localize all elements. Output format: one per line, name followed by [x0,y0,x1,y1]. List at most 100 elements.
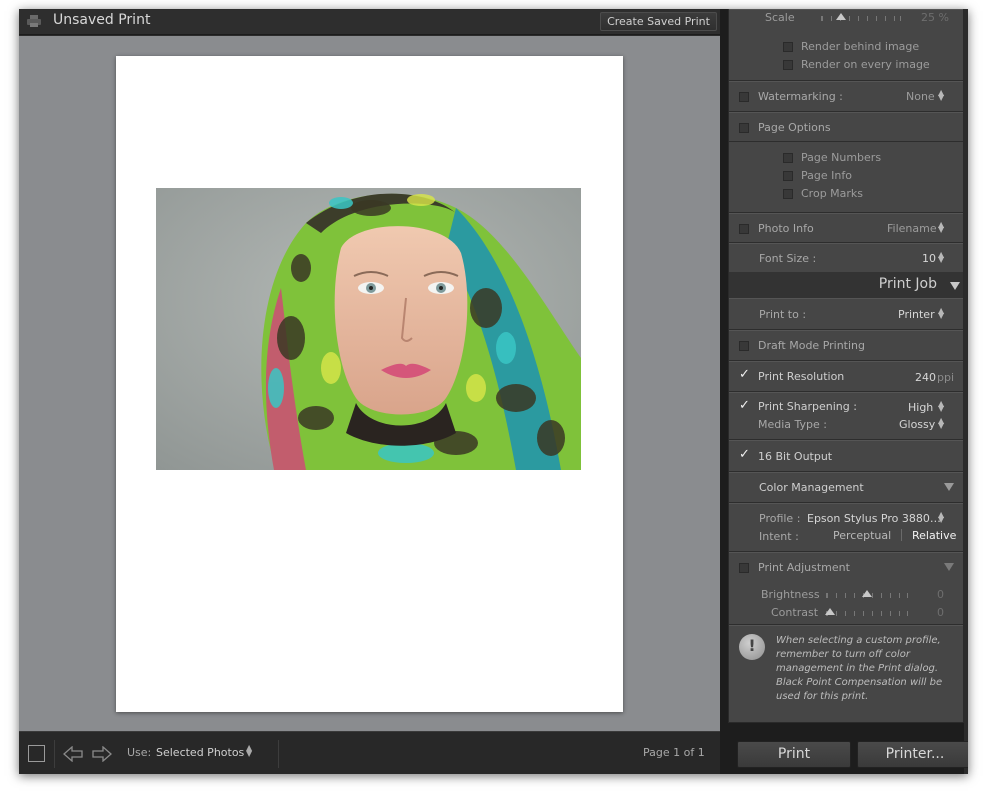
print-adjustment-label: Print Adjustment [758,561,850,574]
scale-value: 25 % [921,11,949,24]
render-behind-checkbox[interactable] [783,42,793,52]
paper-page [116,56,623,712]
page-options-label: Page Options [758,121,831,134]
profile-note: When selecting a custom profile, remembe… [776,635,943,702]
crop-marks-label: Crop Marks [801,187,864,200]
disclosure-triangle-icon[interactable] [950,282,960,290]
photo-info-row: Photo Info Filename ▲ ▼ [729,213,963,243]
intent-relative[interactable]: Relative [912,529,956,542]
bit-output-label: 16 Bit Output [758,450,833,463]
disclosure-triangle-icon[interactable] [944,563,954,571]
portrait-photo [156,188,581,470]
print-resolution-value[interactable]: 240 [915,371,936,384]
watermarking-row: Watermarking : None ▲ ▼ [729,81,963,112]
updown-arrows-icon[interactable]: ▲ ▼ [938,251,944,264]
print-preview-area [19,36,720,731]
layout-scale-section: Scale 25 % Render behind image Render on… [729,9,963,81]
render-every-checkbox[interactable] [783,60,793,70]
color-management-title: Color Management [759,481,864,494]
print-resolution-row: Print Resolution 240 ppi [729,361,963,392]
scale-slider-track[interactable] [821,16,901,21]
use-selector[interactable]: Selected Photos [156,746,244,759]
print-to-value[interactable]: Printer [898,308,935,321]
toolbar-divider [54,740,55,768]
scale-label: Scale [765,11,795,24]
lightroom-print-window: Unsaved Print Create Saved Print Use: Se… [19,9,968,774]
print-sharpening-section: Print Sharpening : High ▲▼ Media Type : … [729,392,963,440]
updown-arrows-icon[interactable]: ▲ ▼ [938,307,944,320]
photo-info-checkbox[interactable] [739,224,749,234]
photo-cell[interactable] [156,188,581,470]
profile-value[interactable]: Epson Stylus Pro 3880… [807,512,941,525]
exclamation-icon: ! [739,634,765,660]
brightness-value: 0 [937,588,944,601]
updown-arrows-icon[interactable]: ▲ ▼ [246,744,252,758]
print-sharpening-label: Print Sharpening : [758,400,857,413]
font-size-label: Font Size : [759,252,817,265]
page-options-checkbox[interactable] [739,123,749,133]
view-toggle-square[interactable] [28,745,45,762]
contrast-label: Contrast [771,606,819,619]
printer-button[interactable]: Printer... [857,741,968,768]
draft-mode-label: Draft Mode Printing [758,339,866,352]
disclosure-triangle-icon[interactable] [944,483,954,491]
updown-arrows-icon[interactable]: ▲ ▼ [938,221,944,234]
bottom-toolbar: Use: Selected Photos ▲ ▼ Page 1 of 1 [19,731,720,774]
contrast-slider-knob[interactable] [825,608,836,615]
font-size-value[interactable]: 10 [922,252,936,265]
contrast-slider-track[interactable] [826,611,908,616]
bit-output-row: 16 Bit Output [729,440,963,472]
color-management-header[interactable]: Color Management [729,472,963,503]
photo-info-value[interactable]: Filename [887,222,937,235]
draft-mode-row: Draft Mode Printing [729,330,963,361]
updown-arrows-icon[interactable]: ▲ ▼ [938,89,944,102]
note-section: ! When selecting a custom profile, remem… [729,625,963,724]
scale-slider-knob[interactable] [836,13,846,20]
print-icon [27,15,41,27]
arrow-left-icon[interactable] [63,746,83,762]
print-sharpening-checkbox[interactable] [739,398,751,414]
page-numbers-checkbox[interactable] [783,153,793,163]
create-saved-print-button[interactable]: Create Saved Print [600,12,717,31]
media-type-value[interactable]: Glossy [899,418,935,431]
section-divider [729,141,963,142]
page-info-label: Page Info [801,169,852,182]
intent-label: Intent : [759,530,799,543]
brightness-slider-knob[interactable] [862,590,872,597]
right-panel-sections: Scale 25 % Render behind image Render on… [728,9,964,723]
page-options-section: Page Options Page Numbers Page Info Crop… [729,112,963,213]
photo-info-label: Photo Info [758,222,814,235]
panel-separator [720,9,728,774]
contrast-value: 0 [937,606,944,619]
crop-marks-checkbox[interactable] [783,189,793,199]
print-title: Unsaved Print [53,12,151,28]
print-resolution-label: Print Resolution [758,370,845,383]
print-job-header[interactable]: Print Job [729,272,963,298]
right-panel: Scale 25 % Render behind image Render on… [728,9,968,774]
render-every-label: Render on every image [801,58,930,71]
watermarking-label: Watermarking : [758,90,843,103]
print-sharpening-value[interactable]: High [908,401,933,414]
print-to-label: Print to : [759,308,807,321]
toolbar-divider [278,740,279,768]
print-job-title: Print Job [878,276,937,292]
updown-arrows-icon[interactable]: ▲ ▼ [938,511,944,524]
brightness-label: Brightness [761,588,820,601]
draft-mode-checkbox[interactable] [739,341,749,351]
updown-arrows-icon[interactable]: ▲ ▼ [938,417,944,430]
color-management-section: Profile : Epson Stylus Pro 3880… ▲ ▼ Inte… [729,503,963,552]
title-bar: Unsaved Print Create Saved Print [19,9,720,35]
arrow-right-icon[interactable] [92,746,112,762]
intent-perceptual[interactable]: Perceptual [833,529,891,542]
watermarking-value[interactable]: None [906,90,935,103]
updown-arrows-icon[interactable]: ▲ ▼ [938,400,944,413]
watermarking-checkbox[interactable] [739,92,749,102]
page-info-checkbox[interactable] [783,171,793,181]
bit-output-checkbox[interactable] [739,447,751,463]
print-adjustment-checkbox[interactable] [739,563,749,573]
page-numbers-label: Page Numbers [801,151,882,164]
print-button[interactable]: Print [737,741,851,768]
profile-label: Profile : [759,512,801,525]
print-resolution-checkbox[interactable] [739,367,751,383]
page-indicator: Page 1 of 1 [643,746,705,759]
